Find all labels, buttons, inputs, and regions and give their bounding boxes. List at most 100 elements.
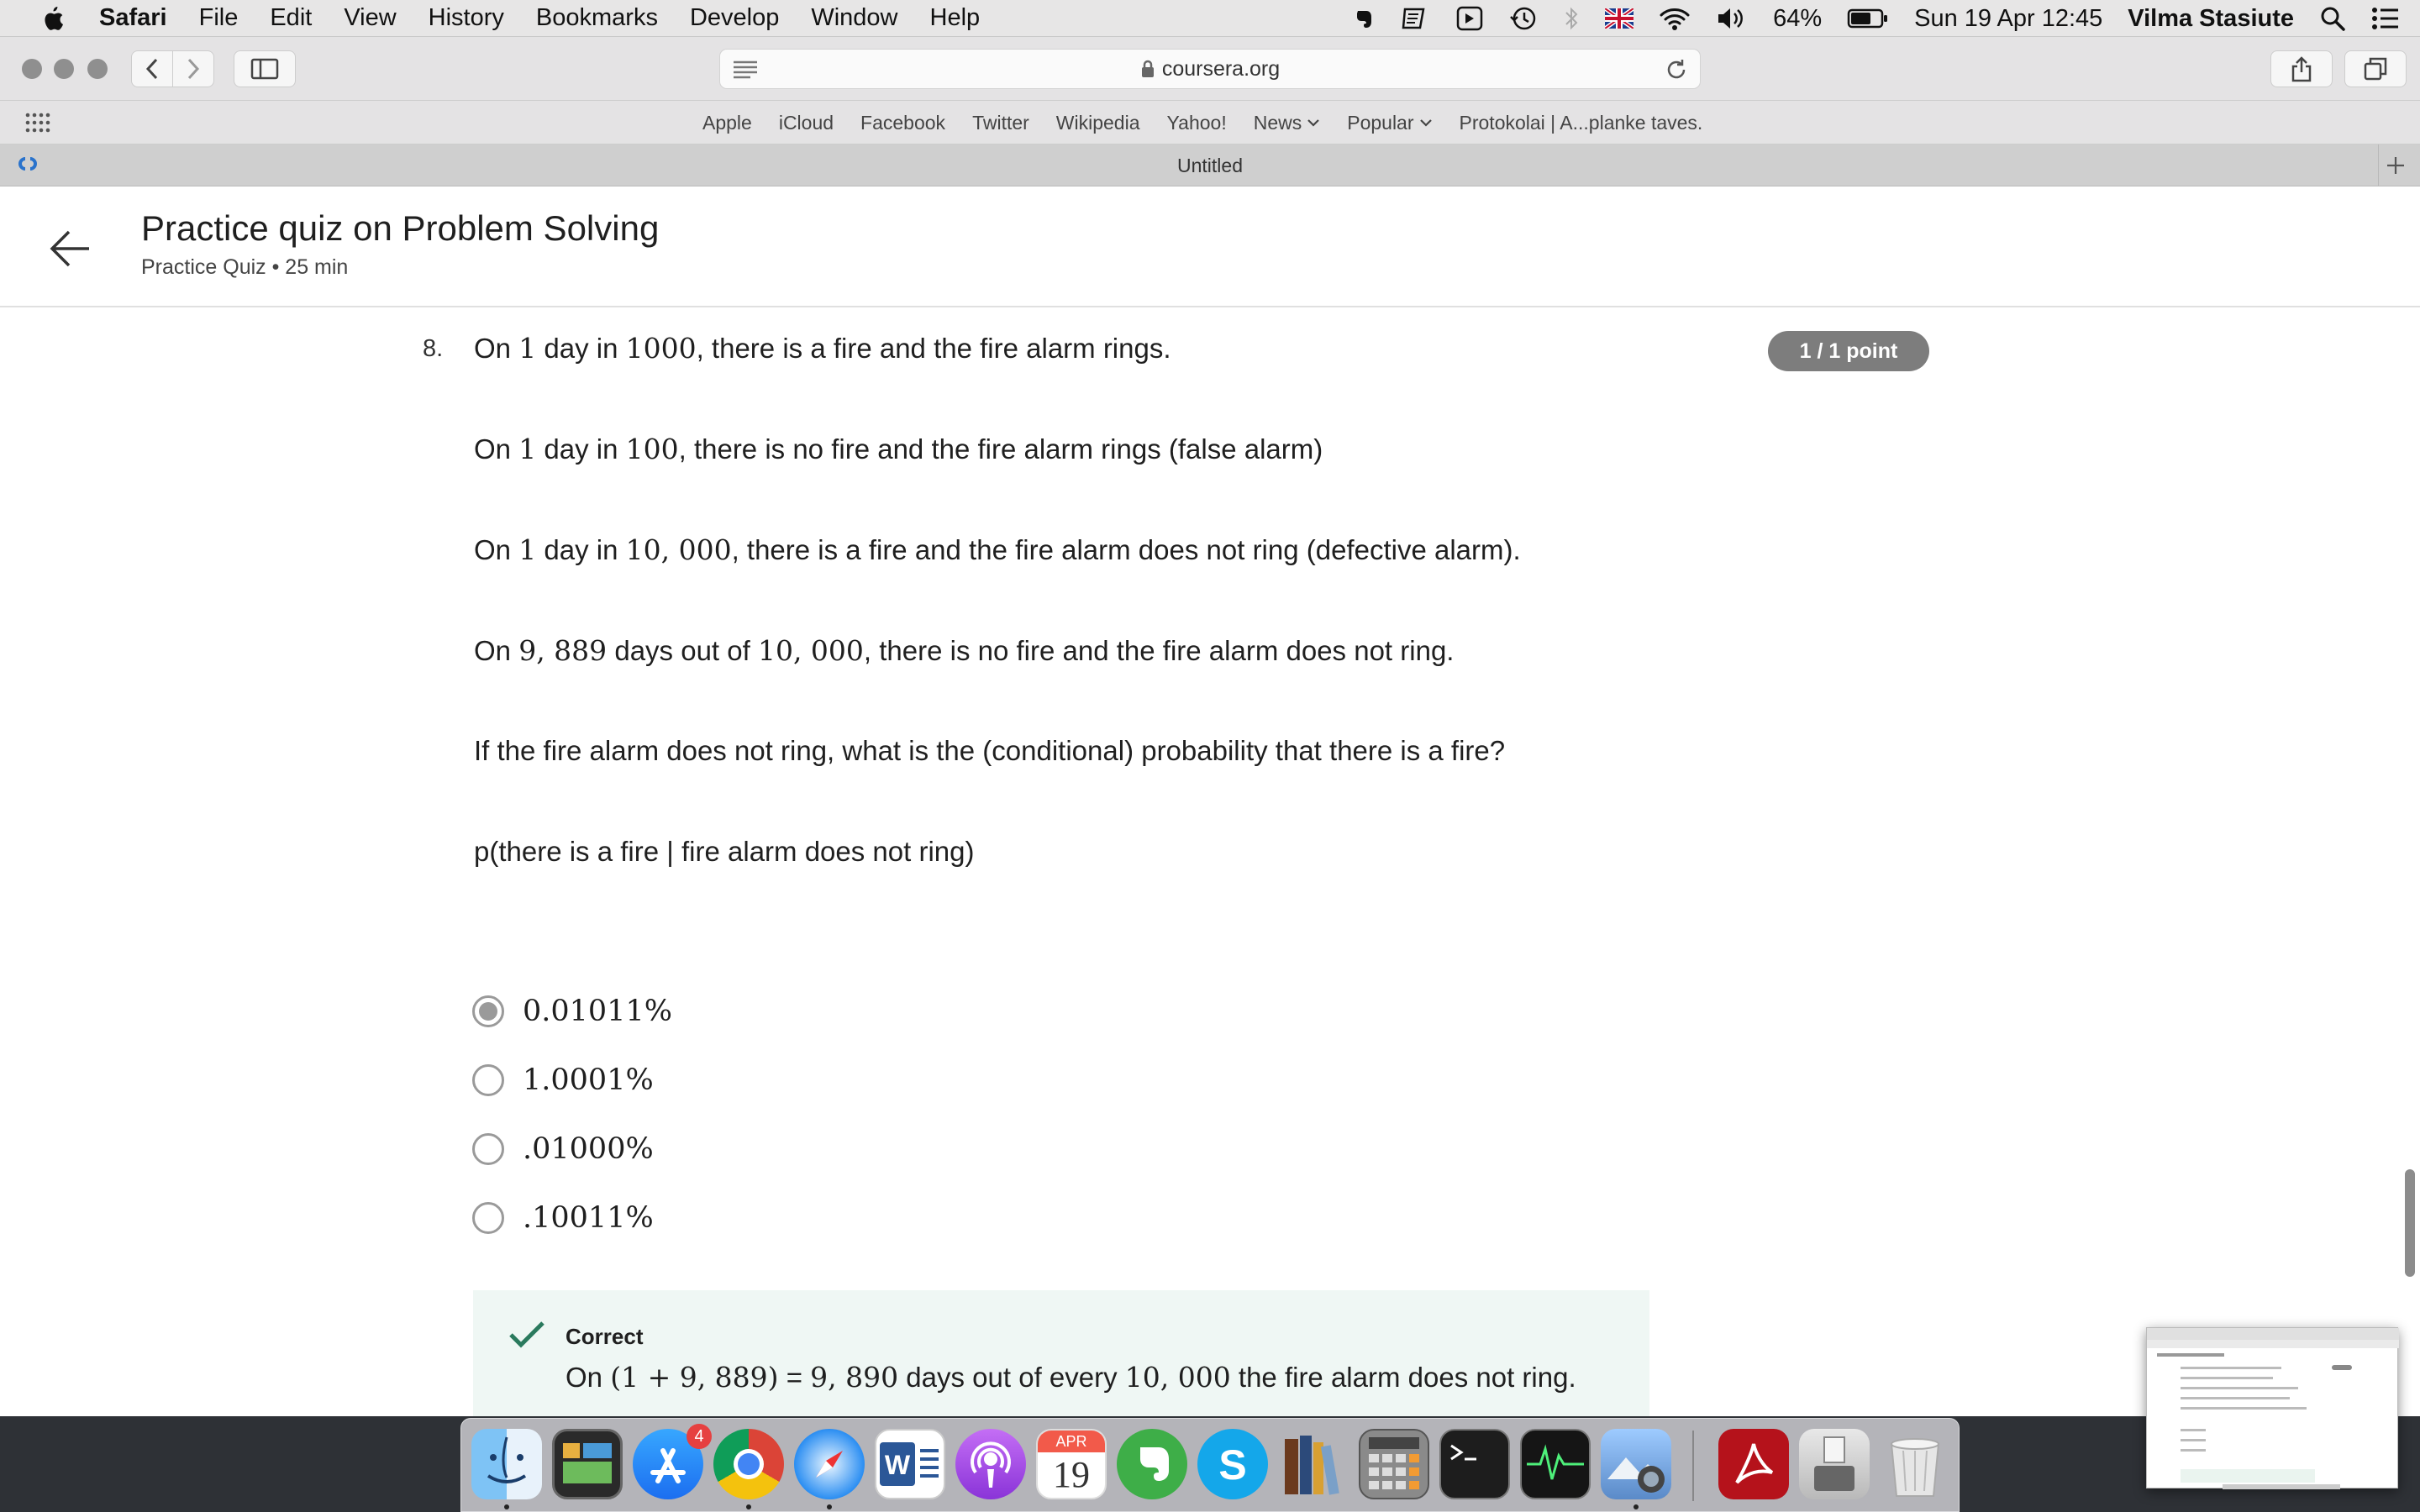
lock-icon <box>1140 60 1155 78</box>
calibre-icon[interactable] <box>1278 1429 1349 1499</box>
chrome-icon[interactable] <box>713 1429 784 1499</box>
wifi-icon[interactable] <box>1659 6 1691 31</box>
menu-develop[interactable]: Develop <box>690 4 779 32</box>
fb-text-part: days out of every <box>898 1362 1125 1393</box>
favorite-news-folder[interactable]: News <box>1254 112 1321 134</box>
calendar-month: APR <box>1038 1431 1105 1452</box>
favorite-popular-folder[interactable]: Popular <box>1347 112 1432 134</box>
address-bar[interactable]: coursera.org <box>719 49 1701 89</box>
plus-icon <box>2386 157 2404 174</box>
time-machine-icon[interactable] <box>1509 5 1538 32</box>
question-line-4: On 9, 889 days out of 10, 000, there is … <box>474 634 1454 667</box>
fb-text-part: On <box>566 1362 611 1393</box>
bluetooth-icon[interactable] <box>1563 5 1580 32</box>
math-value: 9, 890 <box>810 1361 899 1394</box>
page-subtitle: Practice Quiz • 25 min <box>141 255 349 279</box>
menu-file[interactable]: File <box>199 4 239 32</box>
menu-bookmarks[interactable]: Bookmarks <box>536 4 658 32</box>
acrobat-reader-icon[interactable] <box>1718 1429 1789 1499</box>
apple-menu-icon[interactable] <box>34 5 71 32</box>
sidebar-toggle-button[interactable] <box>234 50 296 87</box>
favorite-yahoo[interactable]: Yahoo! <box>1167 112 1227 134</box>
trash-icon[interactable] <box>1880 1429 1950 1499</box>
battery-icon[interactable] <box>1847 8 1889 29</box>
preview-app-icon[interactable] <box>552 1429 623 1499</box>
question-expression: p(there is a fire | fire alarm does not … <box>474 836 975 867</box>
answer-option-3[interactable]: .01000% <box>472 1131 654 1168</box>
evernote-status-icon[interactable] <box>1351 6 1376 31</box>
volume-icon[interactable] <box>1716 6 1748 31</box>
clock[interactable]: Sun 19 Apr 12:45 <box>1914 5 2102 33</box>
favorite-twitter[interactable]: Twitter <box>972 112 1029 134</box>
menu-view[interactable]: View <box>344 4 396 32</box>
macos-menu-bar: Safari File Edit View History Bookmarks … <box>0 0 2420 37</box>
favorite-news-label: News <box>1253 111 1302 134</box>
web-page: Practice quiz on Problem Solving Practic… <box>0 186 2420 1416</box>
radio-button[interactable] <box>472 1202 504 1234</box>
line-text: days out of <box>607 635 758 666</box>
battery-percent[interactable]: 64% <box>1773 5 1822 33</box>
question-line-3: On 1 day in 10, 000, there is a fire and… <box>474 533 1521 566</box>
points-badge: 1 / 1 point <box>1768 331 1929 371</box>
forward-button[interactable] <box>172 50 214 87</box>
menu-history[interactable]: History <box>429 4 504 32</box>
favorite-wikipedia[interactable]: Wikipedia <box>1056 112 1140 134</box>
script-status-icon[interactable] <box>1402 6 1430 31</box>
notification-center-icon[interactable] <box>2371 7 2400 30</box>
show-all-bookmarks-icon[interactable] <box>25 113 52 138</box>
user-name[interactable]: Vilma Stasiute <box>2128 5 2294 33</box>
favorite-facebook[interactable]: Facebook <box>860 112 945 134</box>
share-button[interactable] <box>2270 50 2333 87</box>
question-prompt: If the fire alarm does not ring, what is… <box>474 735 1506 766</box>
app-store-badge: 4 <box>687 1424 712 1449</box>
favorite-apple[interactable]: Apple <box>702 112 752 134</box>
safari-icon[interactable] <box>794 1429 865 1499</box>
podcasts-icon[interactable] <box>955 1429 1026 1499</box>
zoom-window-button[interactable] <box>87 59 108 79</box>
favorite-icloud[interactable]: iCloud <box>779 112 834 134</box>
microsoft-word-icon[interactable]: W <box>875 1429 945 1499</box>
running-indicator <box>504 1504 509 1509</box>
evernote-icon[interactable] <box>1117 1429 1187 1499</box>
radio-button[interactable] <box>472 1064 504 1096</box>
minimize-window-button[interactable] <box>54 59 74 79</box>
finder-icon[interactable] <box>471 1429 542 1499</box>
reload-icon[interactable] <box>1665 58 1688 87</box>
back-arrow-icon[interactable] <box>47 225 94 276</box>
line-text: day in <box>536 534 626 565</box>
screenshot-thumbnail[interactable] <box>2146 1327 2399 1489</box>
new-tab-button[interactable] <box>2378 144 2412 186</box>
answer-option-1[interactable]: 0.01011% <box>472 993 672 1030</box>
menu-edit[interactable]: Edit <box>270 4 312 32</box>
dock-separator <box>1692 1431 1694 1501</box>
tab-overview-button[interactable] <box>2344 50 2407 87</box>
back-button[interactable] <box>131 50 173 87</box>
menu-app-name[interactable]: Safari <box>99 4 167 32</box>
radio-button[interactable] <box>472 1133 504 1165</box>
answer-option-4[interactable]: .10011% <box>472 1200 654 1236</box>
skype-icon[interactable]: S <box>1197 1429 1268 1499</box>
activity-monitor-icon[interactable] <box>1520 1429 1591 1499</box>
spotlight-search-icon[interactable] <box>2319 5 2346 32</box>
reader-view-icon[interactable] <box>732 60 759 86</box>
image-capture-icon[interactable] <box>1601 1429 1671 1499</box>
menu-window[interactable]: Window <box>811 4 897 32</box>
share-icon <box>2291 56 2312 82</box>
favorite-protokolai[interactable]: Protokolai | A...planke taves. <box>1460 112 1703 134</box>
menu-help[interactable]: Help <box>930 4 981 32</box>
tab-untitled[interactable]: Untitled <box>0 144 2420 186</box>
terminal-icon[interactable] <box>1439 1429 1510 1499</box>
radio-button-selected[interactable] <box>472 995 504 1027</box>
calendar-icon[interactable]: APR 19 <box>1036 1429 1107 1499</box>
installer-icon[interactable] <box>1799 1429 1870 1499</box>
screen-capture-icon[interactable] <box>1455 5 1484 32</box>
page-scrollbar[interactable] <box>2405 1169 2415 1277</box>
line-text: On <box>474 635 519 666</box>
math-value: 1 <box>518 533 537 566</box>
answer-option-2[interactable]: 1.0001% <box>472 1062 654 1099</box>
calculator-icon[interactable] <box>1359 1429 1429 1499</box>
line-text: day in <box>536 333 626 364</box>
tab-title-label: Untitled <box>1177 154 1243 176</box>
uk-flag-input-icon[interactable] <box>1605 8 1634 29</box>
close-window-button[interactable] <box>22 59 42 79</box>
